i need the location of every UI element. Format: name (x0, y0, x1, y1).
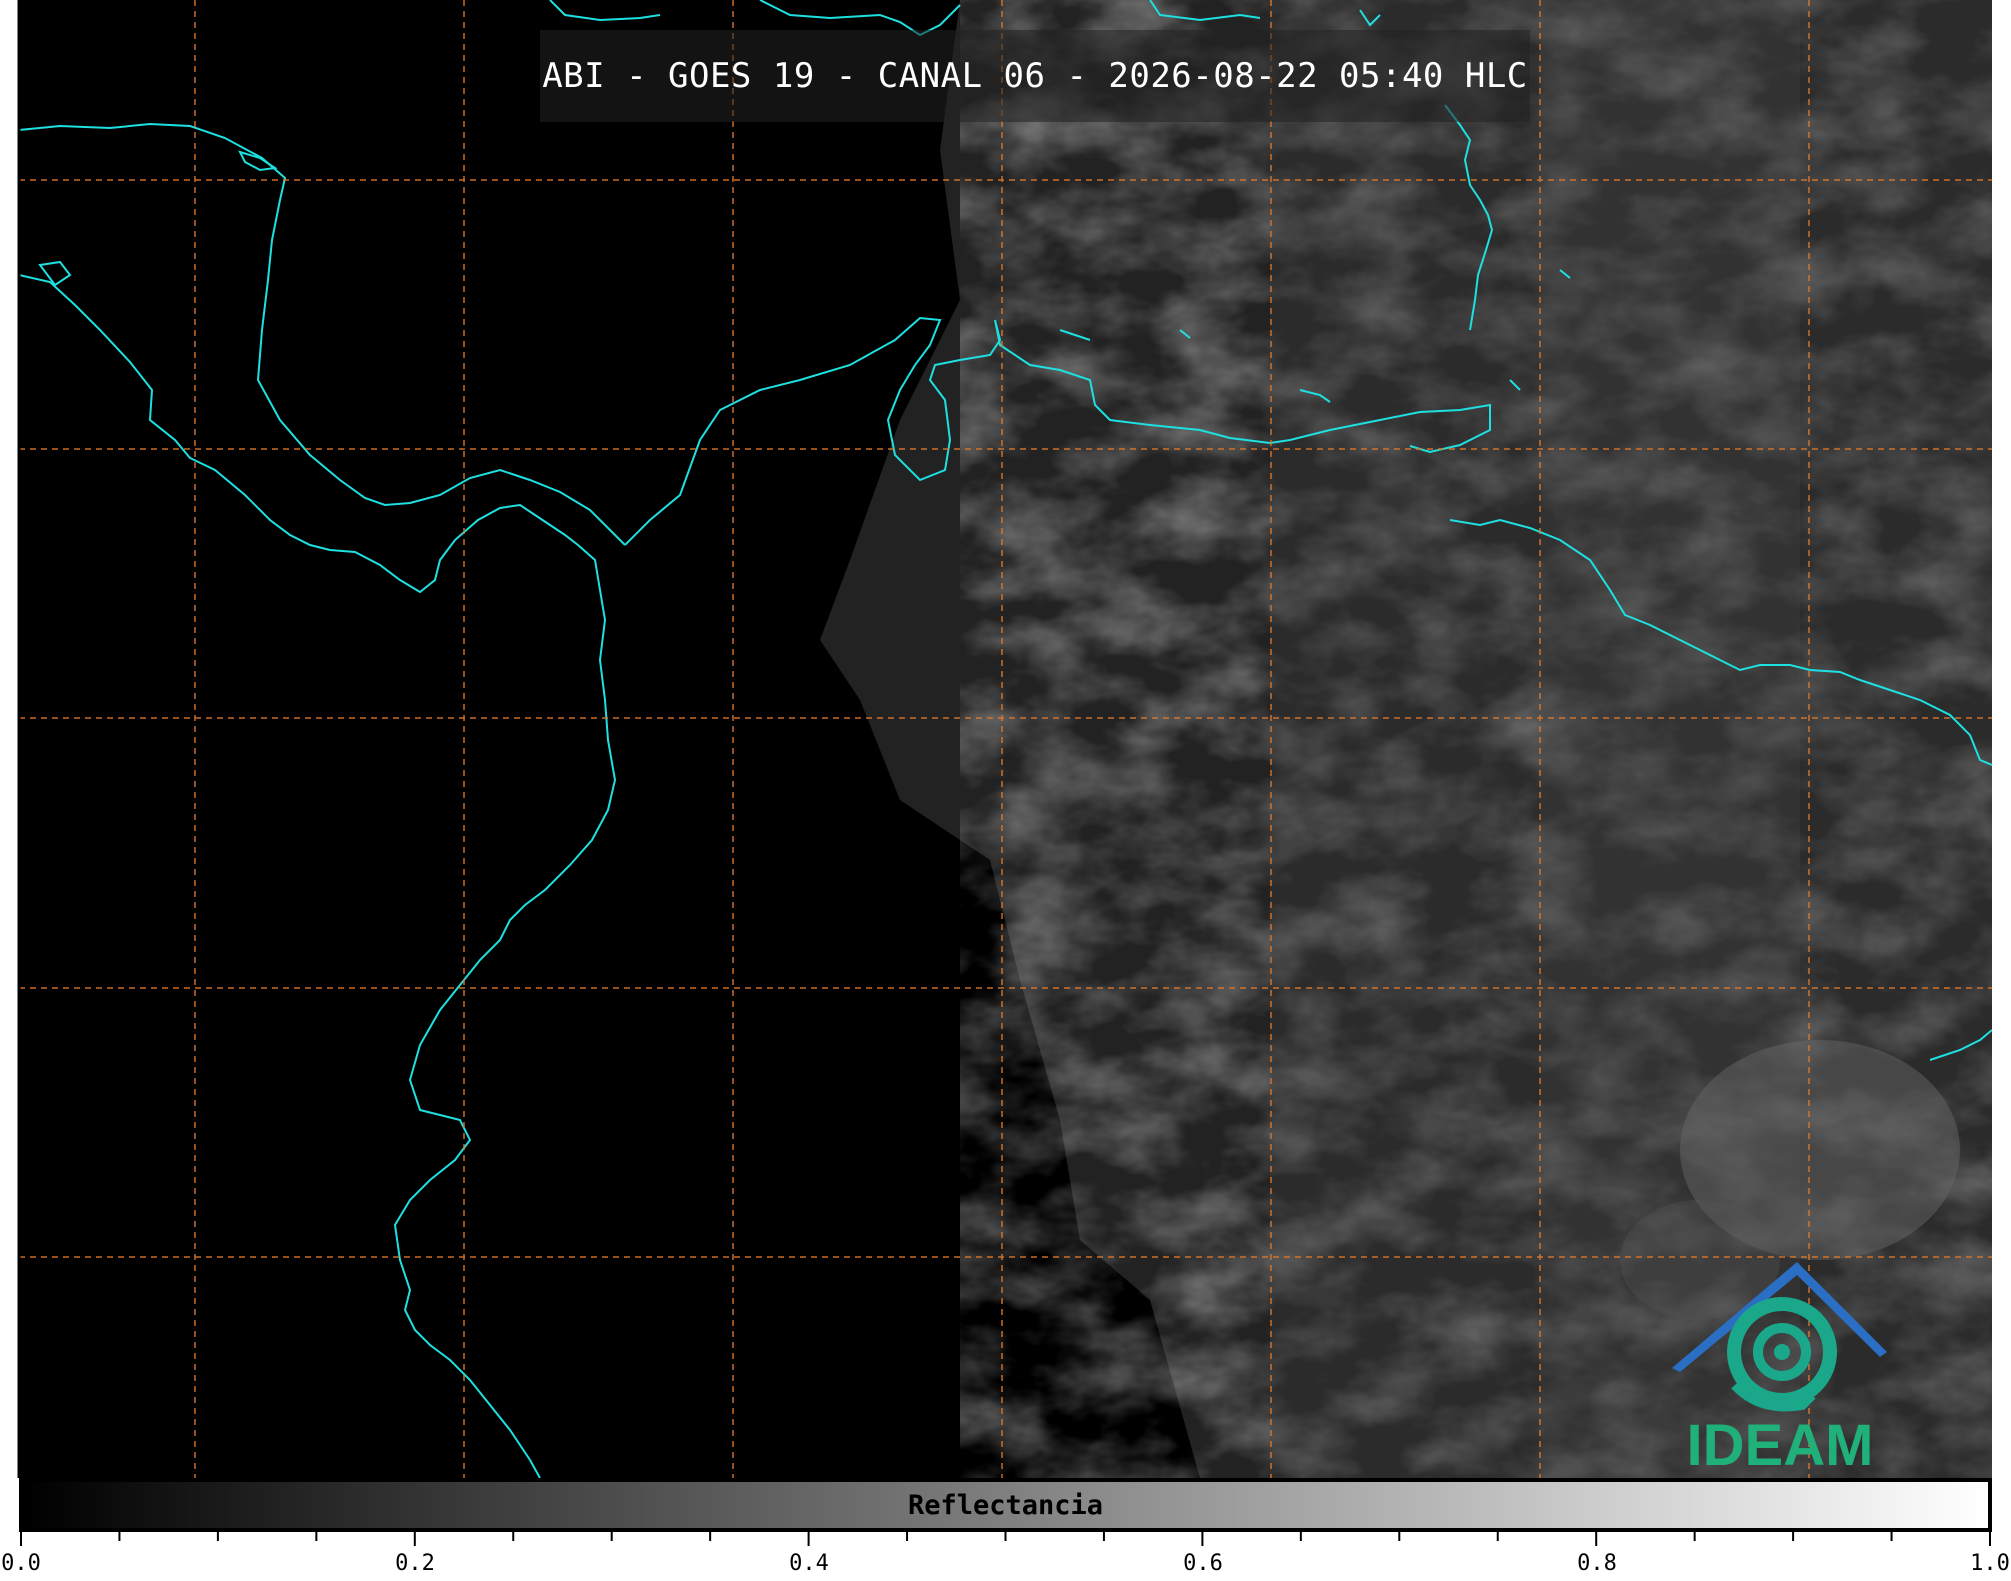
tick-label-5: 1.0 (1970, 1551, 2010, 1576)
map-title: ABI - GOES 19 - CANAL 06 - 2026-08-22 05… (542, 56, 1528, 96)
colorbar: Reflectancia (19, 1478, 1992, 1532)
tick-label-2: 0.4 (789, 1551, 829, 1576)
tick-label-0: 0.0 (1, 1551, 41, 1576)
map-canvas: IDEAM (17, 0, 1992, 1478)
tick-label-4: 0.8 (1577, 1551, 1617, 1576)
satellite-map: IDEAM (0, 0, 2011, 1577)
logo-text: IDEAM (1687, 1413, 1874, 1478)
title-box: ABI - GOES 19 - CANAL 06 - 2026-08-22 05… (540, 30, 1530, 122)
colorbar-label: Reflectancia (907, 1489, 1104, 1521)
colorbar-ticks (20, 1532, 1991, 1546)
tick-label-1: 0.2 (395, 1551, 435, 1576)
tick-label-3: 0.6 (1183, 1551, 1223, 1576)
